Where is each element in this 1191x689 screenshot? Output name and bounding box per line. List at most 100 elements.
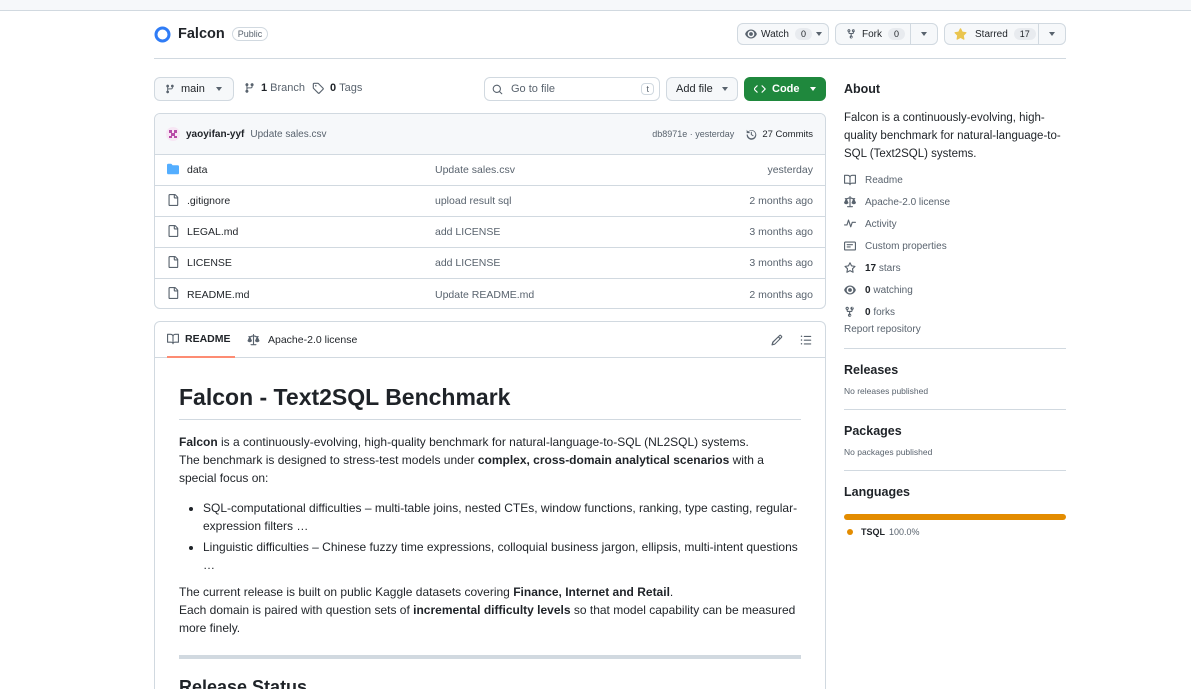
commit-message[interactable]: Update sales.csv [250, 129, 326, 140]
sidebar-link-note[interactable]: Custom properties [844, 235, 1066, 257]
scale-icon [844, 196, 865, 208]
file-table: yaoyifan-yyf Update sales.csv db8971e · … [154, 113, 826, 309]
watch-count: 0 [794, 28, 812, 40]
file-commit-message[interactable]: Update README.md [435, 289, 534, 301]
pulse-icon [844, 218, 865, 230]
code-button[interactable]: Code [744, 77, 826, 101]
author-avatar[interactable] [166, 127, 180, 141]
language-item[interactable]: TSQL 100.0% [844, 527, 1066, 537]
file-row[interactable]: LICENSE add LICENSE 3 months ago [155, 248, 825, 279]
file-name[interactable]: README.md [187, 289, 249, 301]
sidebar-link-label: Apache-2.0 license [865, 196, 951, 208]
star-filled-icon [954, 27, 967, 41]
commit-hash-time[interactable]: db8971e · yesterday [652, 129, 734, 139]
branches-count: 1 [261, 82, 268, 94]
watch-label: Watch [761, 28, 789, 40]
sidebar-link-label: watching [870, 284, 913, 296]
packages-title[interactable]: Packages [844, 424, 1066, 438]
add-file-label: Add file [676, 83, 713, 95]
readme-tabs: README Apache-2.0 license [155, 322, 825, 358]
sidebar-link-star[interactable]: 17 stars [844, 257, 1066, 279]
visibility-badge: Public [231, 27, 269, 41]
readme-bullet: Linguistic difficulties – Chinese fuzzy … [203, 538, 801, 574]
starred-button[interactable]: Starred 17 [944, 23, 1066, 45]
header-divider [154, 58, 1066, 59]
sidebar-link-label: forks [870, 306, 896, 318]
repo-name[interactable]: Falcon [178, 26, 225, 42]
sidebar-link-bold: 17 [865, 262, 877, 274]
fork-dropdown-icon[interactable] [911, 32, 937, 36]
file-row[interactable]: .gitignore upload result sql 2 months ago [155, 186, 825, 217]
sidebar-link-pulse[interactable]: Activity [844, 213, 1066, 235]
readme-section-rule [179, 655, 801, 659]
eye-icon [745, 28, 757, 40]
add-file-button[interactable]: Add file [666, 77, 738, 101]
sidebar-link-scale[interactable]: Apache-2.0 license [844, 191, 1066, 213]
file-name[interactable]: data [187, 164, 207, 176]
commit-author[interactable]: yaoyifan-yyf [186, 129, 244, 140]
releases-title[interactable]: Releases [844, 363, 1066, 377]
file-name[interactable]: .gitignore [187, 195, 230, 207]
readme-bullet-list: SQL-computational difficulties – multi-t… [203, 499, 801, 574]
file-commit-message[interactable]: add LICENSE [435, 257, 500, 269]
file-icon [167, 194, 179, 206]
report-repository-link[interactable]: Report repository [844, 324, 1066, 335]
edit-pencil-icon[interactable] [771, 334, 783, 346]
branches-label: Branch [270, 82, 305, 94]
file-icon [167, 256, 179, 268]
language-name: TSQL [861, 527, 885, 537]
sidebar-link-fork[interactable]: 0 forks [844, 301, 1066, 323]
sidebar-link-eye[interactable]: 0 watching [844, 279, 1066, 301]
fork-icon [844, 306, 865, 318]
file-date: 3 months ago [749, 226, 813, 238]
outline-list-icon[interactable] [800, 334, 812, 346]
file-name[interactable]: LEGAL.md [187, 226, 238, 238]
tags-link[interactable]: 0 Tags [312, 82, 362, 94]
branch-select-button[interactable]: main [154, 77, 234, 101]
go-to-file-input[interactable]: Go to file t [484, 77, 660, 101]
file-commit-message[interactable]: add LICENSE [435, 226, 500, 238]
commits-count-link[interactable]: 27 Commits [762, 129, 813, 140]
file-commit-message[interactable]: upload result sql [435, 195, 511, 207]
sidebar-link-label: Custom properties [865, 240, 947, 252]
p1-bold2: complex, cross-domain analytical scenari… [477, 453, 730, 467]
code-dropdown-icon [810, 87, 816, 91]
p3-bold: incremental difficulty levels [413, 603, 571, 617]
go-to-file-placeholder: Go to file [511, 83, 556, 95]
file-row[interactable]: LEGAL.md add LICENSE 3 months ago [155, 217, 825, 248]
star-dropdown-icon[interactable] [1039, 32, 1065, 36]
fork-label: Fork [862, 28, 882, 40]
tab-license[interactable]: Apache-2.0 license [247, 322, 357, 358]
file-name[interactable]: LICENSE [187, 257, 232, 269]
sidebar-link-book[interactable]: Readme [844, 169, 1066, 191]
sidebar-link-label: stars [876, 262, 901, 274]
readme-paragraph-1: Falcon is a continuously-evolving, high-… [179, 433, 801, 487]
star-count: 17 [1013, 28, 1036, 40]
branches-link[interactable]: 1 Branch [244, 82, 305, 94]
watch-dropdown-icon[interactable] [816, 32, 822, 36]
book-icon [844, 174, 865, 186]
tab-readme-label: README [185, 333, 231, 345]
readme-content: Falcon - Text2SQL Benchmark Falcon is a … [155, 384, 825, 689]
tab-readme[interactable]: README [167, 322, 235, 358]
about-links: Readme Apache-2.0 license Activity Custom p… [844, 169, 1066, 323]
p1-text: is a continuously-evolving, high-quality… [217, 435, 749, 449]
readme-paragraph-2: The current release is built on public K… [179, 583, 801, 637]
file-row[interactable]: README.md Update README.md 2 months ago [155, 279, 825, 308]
file-row[interactable]: data Update sales.csv yesterday [155, 155, 825, 186]
fork-button[interactable]: Fork 0 [835, 23, 938, 45]
readme-title: Falcon - Text2SQL Benchmark [179, 384, 801, 420]
p3-text: Each domain is paired with question sets… [179, 603, 414, 617]
file-date: 2 months ago [749, 195, 813, 207]
tags-label: Tags [339, 82, 363, 94]
file-icon [167, 225, 179, 237]
watch-button[interactable]: Watch 0 [737, 23, 829, 45]
latest-commit-bar: yaoyifan-yyf Update sales.csv db8971e · … [155, 114, 825, 155]
readme-h2: Release Status [179, 677, 308, 689]
sidebar: About Falcon is a continuously-evolving,… [844, 80, 1066, 537]
file-commit-message[interactable]: Update sales.csv [435, 164, 515, 176]
p2-end: . [669, 585, 674, 599]
languages-title: Languages [844, 485, 910, 499]
repo-avatar-icon [154, 26, 171, 43]
search-icon [492, 84, 503, 95]
